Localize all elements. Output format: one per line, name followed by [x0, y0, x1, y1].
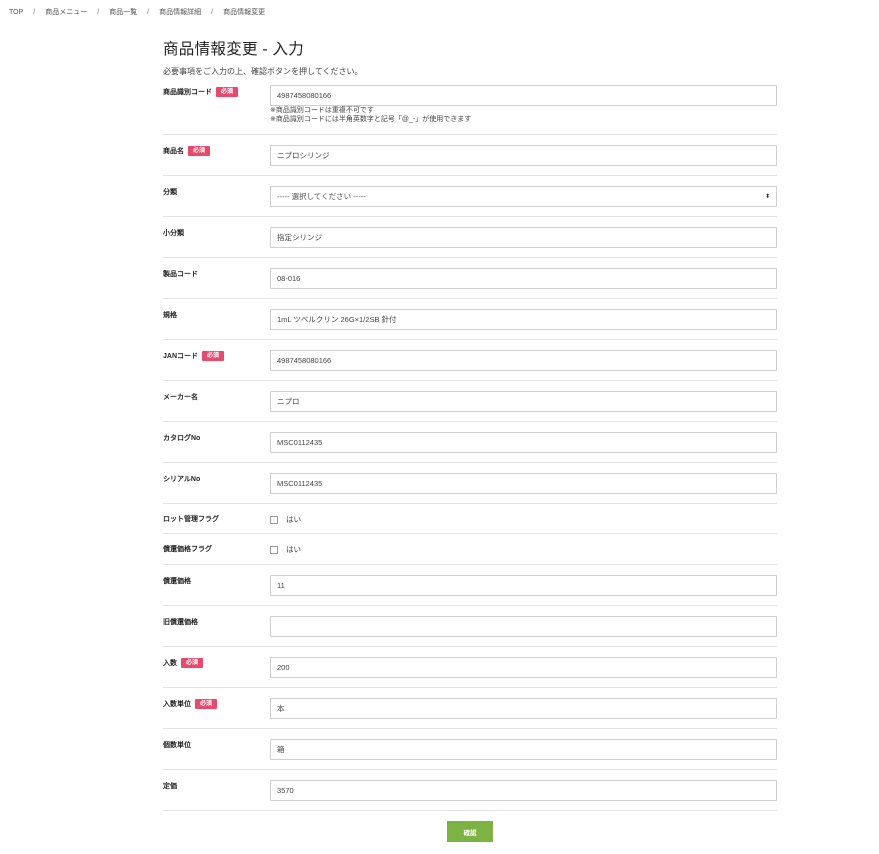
row-product-name: 商品名 必須: [163, 135, 777, 176]
product-edit-form: 商品識別コード 必須 ※商品識別コードは重複不可です ※商品識別コードには半角英…: [163, 82, 777, 811]
reimburse-flag-checkbox[interactable]: [270, 545, 278, 554]
field-label: 商品名: [163, 148, 184, 155]
row-lot-flag: ロット管理フラグ はい: [163, 504, 777, 534]
product-name-input[interactable]: [270, 145, 777, 166]
field-label: 償還価格: [163, 578, 191, 585]
spec-input[interactable]: [270, 309, 777, 330]
page-title: 商品情報変更 - 入力: [163, 41, 305, 58]
checkbox-label: はい: [286, 515, 301, 524]
field-label: シリアルNo: [163, 476, 201, 483]
row-category: 分類 ----- 選択してください ----- ⬍: [163, 176, 777, 217]
catalog-no-input[interactable]: [270, 432, 777, 453]
confirm-button[interactable]: 確認: [447, 821, 493, 842]
reimburse-price-input[interactable]: [270, 575, 777, 596]
breadcrumb-separator: /: [97, 8, 100, 16]
row-product-id-code: 商品識別コード 必須 ※商品識別コードは重複不可です ※商品識別コードには半角英…: [163, 82, 777, 135]
breadcrumb-product-list[interactable]: 商品一覧: [109, 7, 137, 17]
field-label: 分類: [163, 189, 177, 196]
field-label: ロット管理フラグ: [163, 516, 219, 523]
reimburse-flag-option[interactable]: はい: [270, 544, 777, 555]
list-price-input[interactable]: [270, 780, 777, 801]
hint-text: ※商品識別コードには半角英数字と記号「@_-」が使用できます: [270, 116, 472, 123]
row-subcategory: 小分類: [163, 217, 777, 258]
breadcrumb-product-detail[interactable]: 商品情報詳細: [159, 7, 201, 17]
product-code-input[interactable]: [270, 268, 777, 289]
quantity-input[interactable]: [270, 657, 777, 678]
category-select[interactable]: ----- 選択してください ----- ⬍: [270, 186, 777, 207]
jan-code-input[interactable]: [270, 350, 777, 371]
lead-text: 必要事項をご入力の上、確認ボタンを押してください。: [163, 67, 363, 76]
row-quantity-unit: 入数単位 必須: [163, 688, 777, 729]
row-reimburse-price: 償還価格: [163, 565, 777, 606]
breadcrumb-current: 商品情報変更: [223, 9, 266, 16]
breadcrumb-separator: /: [211, 8, 214, 16]
lot-flag-option[interactable]: はい: [270, 514, 777, 525]
row-reimburse-flag: 償還価格フラグ はい: [163, 534, 777, 565]
category-selected-value: ----- 選択してください -----: [277, 192, 366, 201]
field-label: 入数: [163, 660, 177, 667]
old-reimburse-price-input[interactable]: [270, 616, 777, 637]
row-serial-no: シリアルNo: [163, 463, 777, 504]
breadcrumb-separator: /: [33, 8, 36, 16]
field-label: 償還価格フラグ: [163, 546, 212, 553]
checkbox-label: はい: [286, 545, 301, 554]
row-catalog-no: カタログNo: [163, 422, 777, 463]
row-jan-code: JANコード 必須: [163, 340, 777, 381]
field-label: 定価: [163, 783, 177, 790]
breadcrumb-top[interactable]: TOP: [9, 9, 23, 16]
hint-text: ※商品識別コードは重複不可です: [270, 107, 374, 114]
field-label: 旧償還価格: [163, 619, 198, 626]
breadcrumb-product-menu[interactable]: 商品メニュー: [45, 7, 87, 17]
select-arrows-icon: ⬍: [764, 194, 770, 200]
field-label: JANコード: [163, 353, 199, 360]
serial-no-input[interactable]: [270, 473, 777, 494]
required-badge: 必須: [202, 351, 225, 361]
required-badge: 必須: [216, 87, 239, 97]
maker-name-input[interactable]: [270, 391, 777, 412]
required-badge: 必須: [181, 658, 204, 668]
product-id-code-input[interactable]: [270, 85, 777, 106]
field-label: 小分類: [163, 230, 184, 237]
field-label: 商品識別コード: [163, 89, 212, 96]
row-maker-name: メーカー名: [163, 381, 777, 422]
row-list-price: 定価: [163, 770, 777, 811]
quantity-unit-input[interactable]: [270, 698, 777, 719]
field-label: 入数単位: [163, 701, 191, 708]
row-quantity: 入数 必須: [163, 647, 777, 688]
field-label: カタログNo: [163, 435, 201, 442]
field-label: 個数単位: [163, 742, 191, 749]
required-badge: 必須: [188, 146, 211, 156]
breadcrumb-separator: /: [147, 8, 150, 16]
lot-flag-checkbox[interactable]: [270, 515, 278, 524]
subcategory-input[interactable]: [270, 227, 777, 248]
row-spec: 規格: [163, 299, 777, 340]
row-old-reimburse-price: 旧償還価格: [163, 606, 777, 647]
breadcrumb: TOP / 商品メニュー / 商品一覧 / 商品情報詳細 / 商品情報変更: [9, 7, 265, 17]
field-label: 規格: [163, 312, 177, 319]
piece-unit-input[interactable]: [270, 739, 777, 760]
required-badge: 必須: [195, 699, 218, 709]
field-label: メーカー名: [163, 394, 198, 401]
row-piece-unit: 個数単位: [163, 729, 777, 770]
field-label: 製品コード: [163, 271, 198, 278]
row-product-code: 製品コード: [163, 258, 777, 299]
